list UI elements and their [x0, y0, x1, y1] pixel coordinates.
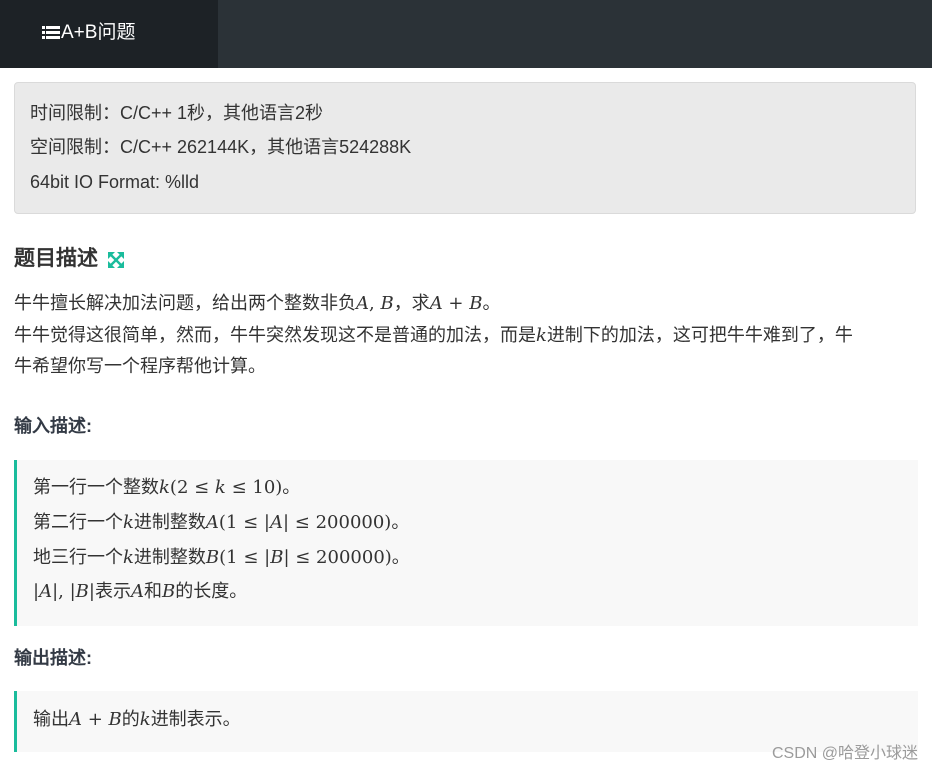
tab-problem[interactable]: A+B问题	[0, 0, 218, 68]
io-format: 64bit IO Format: %lld	[30, 172, 200, 192]
input-line-1: 第一行一个整数k(2 ≤ k ≤ 10)。	[33, 477, 301, 498]
output-line: 输出A + B的k进制表示。	[33, 709, 241, 730]
output-description-block: 输出A + B的k进制表示。	[14, 691, 918, 752]
description-line-2: 牛牛觉得这很简单，然而，牛牛突然发现这不是普通的加法，而是k进制下的加法，这可把…	[14, 325, 853, 346]
time-limit: 时间限制：C/C++ 1秒，其他语言2秒	[30, 103, 324, 123]
input-line-4: |A|, |B|表示A和B的长度。	[33, 581, 248, 602]
input-heading: 输入描述:	[14, 416, 92, 436]
input-line-2: 第二行一个k进制整数A(1 ≤ |A| ≤ 200000)。	[33, 512, 410, 533]
top-navbar: A+B问题	[0, 0, 932, 68]
problem-title: A+B问题	[61, 22, 136, 43]
description-line-3: 牛希望你写一个程序帮他计算。	[14, 356, 266, 376]
limits-panel: 时间限制：C/C++ 1秒，其他语言2秒 空间限制：C/C++ 262144K，…	[14, 82, 916, 214]
output-heading: 输出描述:	[14, 648, 92, 668]
list-icon	[42, 26, 60, 39]
input-line-3: 地三行一个k进制整数B(1 ≤ |B| ≤ 200000)。	[33, 547, 410, 568]
description-heading: 题目描述	[14, 247, 98, 270]
description-line-1: 牛牛擅长解决加法问题，给出两个整数非负A, B，求A + B。	[14, 293, 501, 314]
space-limit: 空间限制：C/C++ 262144K，其他语言524288K	[30, 137, 412, 157]
expand-icon[interactable]	[107, 251, 125, 269]
watermark: CSDN @哈登小球迷	[771, 745, 918, 762]
input-description-block: 第一行一个整数k(2 ≤ k ≤ 10)。 第二行一个k进制整数A(1 ≤ |A…	[14, 460, 918, 626]
